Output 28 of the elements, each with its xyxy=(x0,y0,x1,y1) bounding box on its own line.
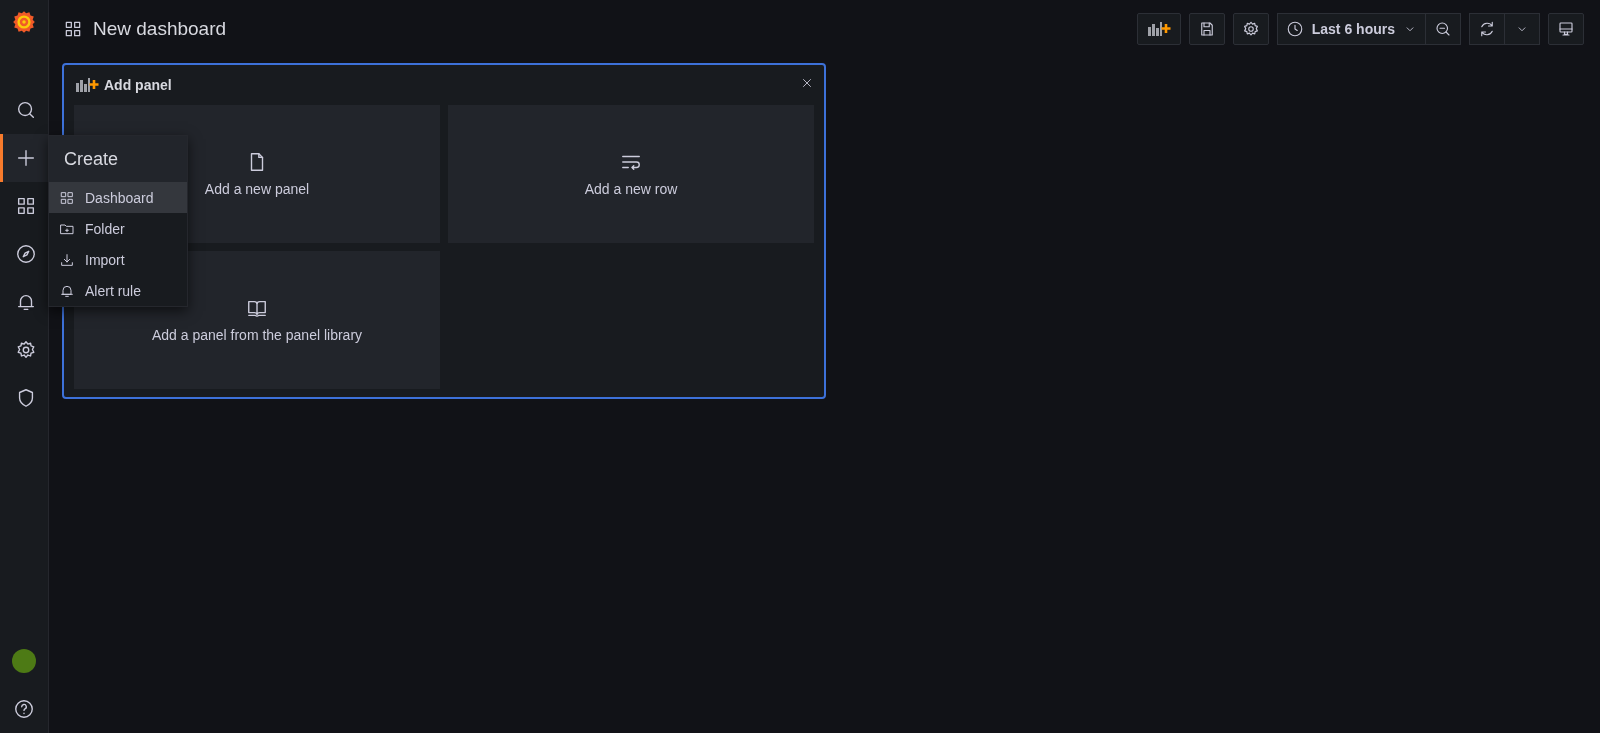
dashboard-title: New dashboard xyxy=(93,18,227,40)
compass-icon xyxy=(14,243,37,265)
nav-item[interactable] xyxy=(0,134,48,182)
zoom-out-icon xyxy=(1434,20,1452,38)
logo-icon[interactable] xyxy=(11,9,37,35)
settings-icon xyxy=(1241,20,1260,38)
monitor-icon xyxy=(1557,20,1575,38)
add-panel-icon xyxy=(74,75,100,95)
zoom-out-button[interactable] xyxy=(1425,13,1461,45)
clock-icon xyxy=(1285,20,1304,38)
settings-button[interactable] xyxy=(1232,13,1269,45)
add-panel-button[interactable] xyxy=(1136,13,1181,45)
save-button[interactable] xyxy=(1188,13,1225,45)
add-panel-icon xyxy=(1145,19,1172,39)
menu-title: Create xyxy=(49,136,187,182)
time-range-picker[interactable]: Last 6 hours xyxy=(1276,13,1426,45)
help-icon xyxy=(13,698,35,720)
add-option-tile[interactable]: Add a new row xyxy=(448,105,814,243)
refresh-icon xyxy=(1478,20,1496,38)
grid-icon xyxy=(59,189,75,206)
refresh-button[interactable] xyxy=(1469,13,1505,45)
avatar[interactable] xyxy=(12,649,36,673)
download-icon xyxy=(59,251,75,268)
grid-icon xyxy=(63,19,83,39)
tv-mode-button[interactable] xyxy=(1548,13,1584,45)
close-icon xyxy=(800,76,814,90)
panel-title: Add panel xyxy=(104,77,172,93)
menu-item[interactable]: Dashboard xyxy=(49,182,187,213)
